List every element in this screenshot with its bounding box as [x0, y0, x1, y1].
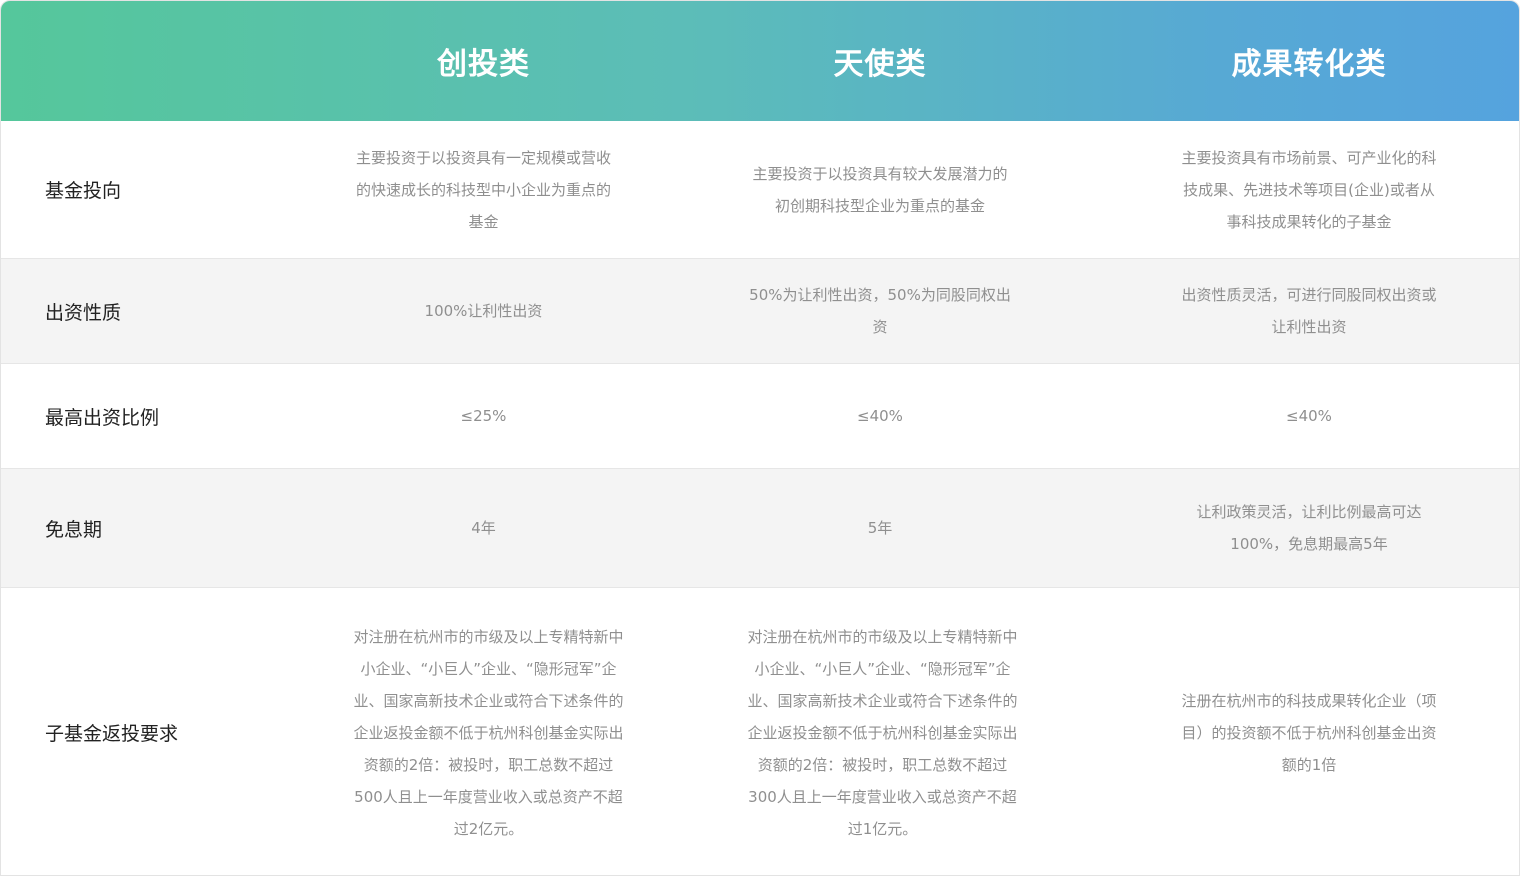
row-label: 免息期: [45, 518, 103, 541]
cell-text: 4年: [471, 519, 496, 537]
table-cell: 50%为让利性出资，50%为同股同权出资: [746, 259, 1014, 363]
row-label: 子基金返投要求: [45, 723, 179, 745]
table-cell: 主要投资于以投资具有一定规模或营收的快速成长的科技型中小企业为重点的基金: [351, 121, 616, 258]
table-cell: ≤25%: [351, 364, 616, 468]
table-row: 最高出资比例 ≤25% ≤40% ≤40%: [1, 364, 1519, 469]
row-label: 最高出资比例: [45, 406, 160, 429]
row-label: 出资性质: [45, 301, 122, 324]
cell-text: 对注册在杭州市的市级及以上专精特新中小企业、“小巨人”企业、“隐形冠军”企业、国…: [353, 627, 624, 838]
cell-text: 5年: [867, 519, 893, 537]
table-cell: 主要投资具有市场前景、可产业化的科技成果、先进技术等项目(企业)或者从事科技成果…: [1176, 121, 1442, 258]
table-row: 免息期 4年 5年 让利政策灵活，让利比例最高可达100%，免息期最高5年: [1, 469, 1519, 588]
table-cell: 对注册在杭州市的市级及以上专精特新中小企业、“小巨人”企业、“隐形冠军”企业、国…: [745, 588, 1020, 875]
header-col-transfer: 成果转化类: [1231, 47, 1387, 82]
table-cell: 出资性质灵活，可进行同股同权出资或让利性出资: [1176, 259, 1442, 363]
table-header: 创投类 天使类 成果转化类: [1, 1, 1519, 121]
cell-text: ≤40%: [1286, 407, 1332, 425]
cell-text: 主要投资于以投资具有一定规模或营收的快速成长的科技型中小企业为重点的基金: [355, 148, 611, 231]
cell-text: 100%让利性出资: [424, 302, 543, 320]
table-row: 子基金返投要求 对注册在杭州市的市级及以上专精特新中小企业、“小巨人”企业、“隐…: [1, 588, 1519, 875]
cell-text: 主要投资具有市场前景、可产业化的科技成果、先进技术等项目(企业)或者从事科技成果…: [1181, 148, 1437, 231]
fund-comparison-table: 创投类 天使类 成果转化类 基金投向 主要投资于以投资具有一定规模或营收的快速成…: [0, 0, 1520, 876]
row-label: 基金投向: [45, 180, 122, 202]
table-cell: ≤40%: [1176, 364, 1442, 468]
cell-text: 50%为让利性出资，50%为同股同权出资: [749, 286, 1011, 336]
table-cell: 注册在杭州市的科技成果转化企业（项目）的投资额不低于杭州科创基金出资额的1倍: [1176, 588, 1442, 875]
table-row: 基金投向 主要投资于以投资具有一定规模或营收的快速成长的科技型中小企业为重点的基…: [1, 121, 1519, 259]
cell-text: 让利政策灵活，让利比例最高可达100%，免息期最高5年: [1196, 503, 1422, 553]
table-row: 出资性质 100%让利性出资 50%为让利性出资，50%为同股同权出资 出资性质…: [1, 259, 1519, 364]
cell-text: 主要投资于以投资具有较大发展潜力的初创期科技型企业为重点的基金: [752, 164, 1008, 215]
table-cell: 100%让利性出资: [351, 259, 616, 363]
table-cell: 让利政策灵活，让利比例最高可达100%，免息期最高5年: [1176, 469, 1442, 587]
cell-text: ≤25%: [460, 407, 507, 425]
header-col-venture: 创投类: [437, 47, 530, 82]
table-cell: ≤40%: [746, 364, 1014, 468]
table-cell: 对注册在杭州市的市级及以上专精特新中小企业、“小巨人”企业、“隐形冠军”企业、国…: [351, 588, 626, 875]
table-cell: 4年: [351, 469, 616, 587]
cell-text: ≤40%: [857, 407, 903, 425]
table-cell: 主要投资于以投资具有较大发展潜力的初创期科技型企业为重点的基金: [746, 121, 1014, 258]
cell-text: 注册在杭州市的科技成果转化企业（项目）的投资额不低于杭州科创基金出资额的1倍: [1181, 691, 1437, 774]
header-col-angel: 天使类: [833, 47, 927, 82]
cell-text: 出资性质灵活，可进行同股同权出资或让利性出资: [1181, 286, 1437, 336]
cell-text: 对注册在杭州市的市级及以上专精特新中小企业、“小巨人”企业、“隐形冠军”企业、国…: [747, 627, 1018, 838]
table-cell: 5年: [746, 469, 1014, 587]
